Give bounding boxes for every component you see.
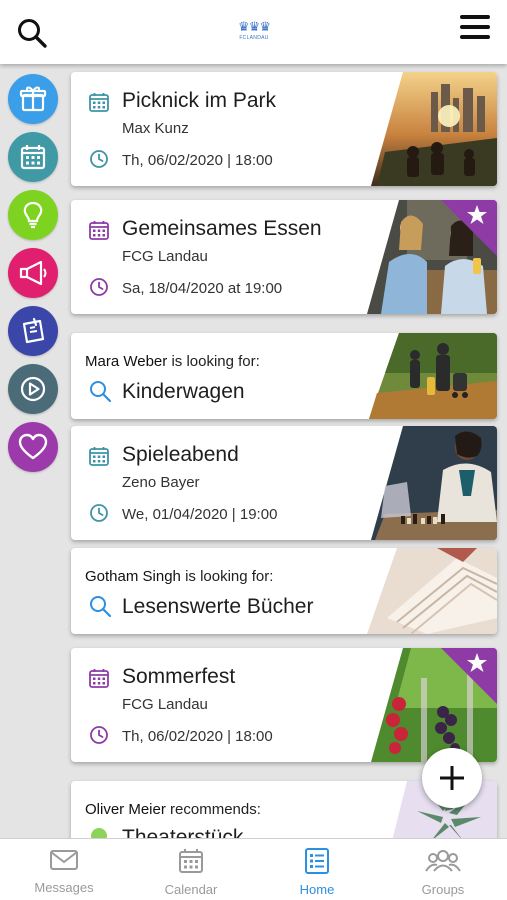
bottom-navigation: Messages Calendar Home Groups — [0, 838, 507, 900]
tab-label: Home — [299, 882, 335, 897]
request-photo — [367, 548, 497, 634]
app-logo: ♛♛♛ FCLANDAU — [234, 20, 274, 50]
tab-label: Messages — [34, 880, 94, 895]
recommend-phrase: recommends: — [170, 801, 261, 818]
tab-label: Groups — [421, 882, 465, 897]
request-photo — [369, 333, 497, 419]
request-person: Gotham Singh — [85, 568, 181, 585]
event-organizer: Zeno Bayer — [122, 474, 200, 491]
list-icon — [305, 848, 329, 874]
event-title: Gemeinsames Essen — [122, 217, 322, 240]
event-card[interactable]: Sommerfest FCG Landau Th, 06/02/2020 | 1… — [71, 648, 497, 762]
event-photo — [371, 426, 497, 540]
request-phrase: is looking for: — [185, 568, 274, 585]
search-request-line: Mara Weber is looking for: — [85, 353, 260, 370]
requested-item: Kinderwagen — [122, 380, 245, 403]
clock-icon — [88, 276, 110, 298]
play-icon[interactable] — [8, 364, 58, 414]
search-icon — [88, 594, 112, 618]
calendar-icon — [88, 219, 110, 241]
group-icon — [425, 850, 461, 872]
recommendation-line: Oliver Meier recommends: — [85, 801, 261, 818]
plus-icon — [440, 766, 464, 790]
calendar-icon — [88, 445, 110, 467]
hamburger-menu-icon[interactable] — [460, 15, 492, 43]
event-title: Picknick im Park — [122, 89, 277, 112]
megaphone-icon[interactable] — [8, 248, 58, 298]
calendar-icon — [88, 91, 110, 113]
featured-star-icon — [441, 200, 497, 256]
search-icon — [88, 379, 112, 403]
category-rail — [8, 74, 58, 480]
requested-item: Lesenswerte Bücher — [122, 595, 314, 618]
calendar-icon — [179, 849, 203, 873]
search-request-card[interactable]: Mara Weber is looking for: Kinderwagen — [71, 333, 497, 419]
event-card[interactable]: Spieleabend Zeno Bayer We, 01/04/2020 | … — [71, 426, 497, 540]
add-button[interactable] — [422, 748, 482, 808]
note-icon[interactable] — [8, 306, 58, 356]
calendar-icon — [88, 667, 110, 689]
event-datetime: Th, 06/02/2020 | 18:00 — [122, 728, 273, 745]
tab-calendar[interactable]: Calendar — [141, 847, 241, 897]
event-card[interactable]: Gemeinsames Essen FCG Landau Sa, 18/04/2… — [71, 200, 497, 314]
event-organizer: FCG Landau — [122, 696, 208, 713]
event-organizer: Max Kunz — [122, 120, 189, 137]
tab-messages[interactable]: Messages — [14, 847, 114, 895]
heart-icon[interactable] — [8, 422, 58, 472]
calendar-icon[interactable] — [8, 132, 58, 182]
search-request-line: Gotham Singh is looking for: — [85, 568, 273, 585]
logo-text: FCLANDAU — [239, 35, 269, 41]
event-organizer: FCG Landau — [122, 248, 208, 265]
tab-groups[interactable]: Groups — [393, 847, 493, 897]
event-card[interactable]: Picknick im Park Max Kunz Th, 06/02/2020… — [71, 72, 497, 186]
tab-label: Calendar — [164, 882, 218, 897]
lightbulb-icon[interactable] — [8, 190, 58, 240]
featured-star-icon — [441, 648, 497, 704]
search-request-card[interactable]: Gotham Singh is looking for: Lesenswerte… — [71, 548, 497, 634]
tab-home[interactable]: Home — [267, 847, 367, 897]
clock-icon — [88, 148, 110, 170]
recommend-person: Oliver Meier — [85, 801, 166, 818]
event-photo — [371, 72, 497, 186]
gift-icon[interactable] — [8, 74, 58, 124]
clock-icon — [88, 502, 110, 524]
event-title: Spieleabend — [122, 443, 239, 466]
request-person: Mara Weber — [85, 353, 168, 370]
search-icon[interactable] — [16, 17, 48, 49]
envelope-icon — [50, 850, 78, 870]
event-datetime: Th, 06/02/2020 | 18:00 — [122, 152, 273, 169]
event-title: Sommerfest — [122, 665, 236, 688]
crown-icon: ♛♛♛ — [238, 19, 271, 34]
clock-icon — [88, 724, 110, 746]
top-app-bar: ♛♛♛ FCLANDAU — [0, 0, 507, 64]
event-datetime: We, 01/04/2020 | 19:00 — [122, 506, 278, 523]
event-datetime: Sa, 18/04/2020 at 19:00 — [122, 280, 283, 297]
request-phrase: is looking for: — [171, 353, 260, 370]
